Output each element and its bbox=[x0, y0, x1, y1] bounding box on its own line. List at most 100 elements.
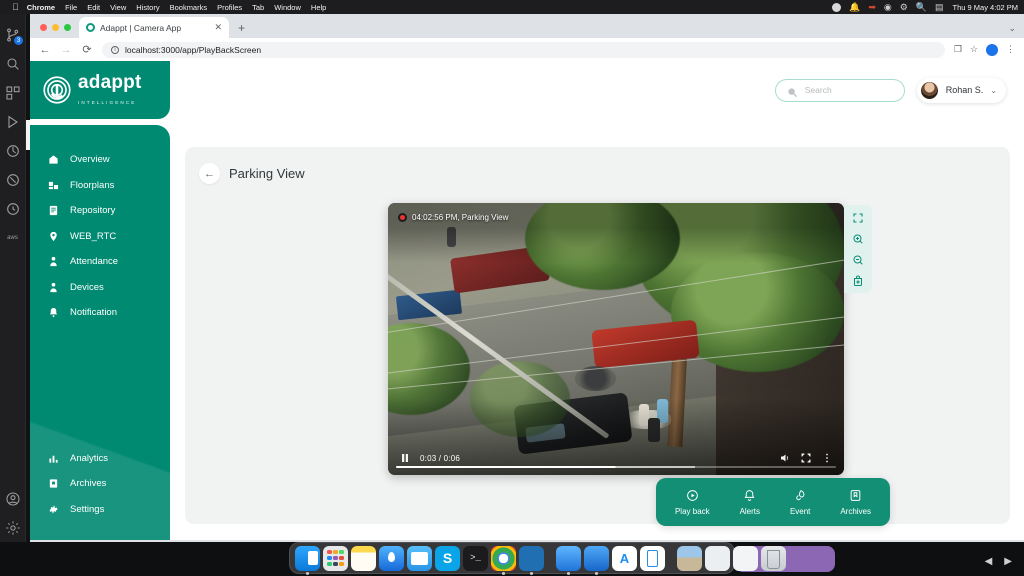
app-store-icon[interactable]: A bbox=[612, 545, 637, 571]
forward-button[interactable]: → bbox=[60, 44, 72, 56]
new-tab-button[interactable]: + bbox=[238, 21, 245, 35]
menu-file[interactable]: File bbox=[65, 3, 77, 12]
accounts-icon[interactable] bbox=[5, 491, 21, 507]
mail-icon[interactable] bbox=[407, 545, 432, 571]
trash-icon[interactable] bbox=[761, 545, 786, 571]
minimize-window-button[interactable] bbox=[52, 24, 59, 31]
bookmark-icon bbox=[849, 489, 862, 502]
user-menu[interactable]: Rohan S. ⌄ bbox=[916, 77, 1006, 103]
sidebar-item-floorplans[interactable]: Floorplans bbox=[30, 173, 170, 199]
minimized-browser-window[interactable] bbox=[733, 545, 758, 571]
video-player[interactable]: 04:02:56 PM, Parking View 0:03 / 0:06 bbox=[388, 203, 844, 475]
more-options-icon[interactable] bbox=[821, 452, 833, 464]
test-explorer-icon[interactable] bbox=[5, 143, 21, 159]
maximize-window-button[interactable] bbox=[64, 24, 71, 31]
chrome-icon[interactable] bbox=[491, 545, 516, 575]
menu-history[interactable]: History bbox=[136, 3, 159, 12]
bookmark-star-icon[interactable]: ☆ bbox=[970, 44, 978, 55]
search-icon[interactable] bbox=[5, 56, 21, 72]
minimized-chrome-window[interactable] bbox=[705, 545, 730, 571]
launchpad-icon[interactable] bbox=[323, 545, 348, 571]
close-tab-icon[interactable]: ✕ bbox=[214, 22, 222, 33]
sidebar-item-settings[interactable]: Settings bbox=[30, 497, 170, 523]
address-bar[interactable]: i localhost:3000/app/PlayBackScreen bbox=[102, 41, 945, 58]
next-desktop-icon[interactable]: ▶ bbox=[1004, 556, 1012, 567]
maps-icon[interactable] bbox=[379, 545, 404, 571]
tab-play-back[interactable]: Play back bbox=[675, 489, 710, 516]
tab-alerts[interactable]: Alerts bbox=[740, 489, 760, 516]
site-info-icon[interactable]: i bbox=[111, 45, 119, 54]
shield-check-icon[interactable] bbox=[832, 2, 842, 12]
sidebar-item-analytics[interactable]: Analytics bbox=[30, 446, 170, 472]
video-played bbox=[396, 465, 616, 468]
zoom-out-icon[interactable] bbox=[852, 254, 864, 266]
sim-device-icon[interactable] bbox=[640, 545, 665, 571]
sidebar-item-web-rtc[interactable]: WEB_RTC bbox=[30, 224, 170, 250]
video-buffered bbox=[616, 465, 696, 468]
menu-app-name[interactable]: Chrome bbox=[27, 3, 55, 12]
window-traffic-lights[interactable] bbox=[36, 24, 79, 38]
finder-icon[interactable] bbox=[295, 545, 320, 575]
timeline-icon[interactable] bbox=[5, 201, 21, 217]
video-progress-bar[interactable] bbox=[396, 465, 836, 468]
snapshot-lock-icon[interactable] bbox=[852, 275, 864, 287]
menu-edit[interactable]: Edit bbox=[87, 3, 100, 12]
vscode-icon[interactable] bbox=[519, 545, 544, 575]
logout-icon[interactable]: ➡ bbox=[868, 2, 876, 12]
logo-wordmark: adappt bbox=[78, 71, 142, 93]
chrome-menu-icon[interactable]: ⋮ bbox=[1006, 44, 1015, 55]
volume-icon[interactable] bbox=[779, 452, 791, 464]
chrome-profile-avatar[interactable] bbox=[986, 43, 998, 56]
menu-window[interactable]: Window bbox=[274, 3, 301, 12]
sidebar-item-repository[interactable]: Repository bbox=[30, 198, 170, 224]
chrome-tabstrip: Adappt | Camera App ✕ + ⌄ bbox=[30, 14, 1024, 38]
search-input[interactable]: Search bbox=[774, 78, 905, 102]
extensions-icon[interactable] bbox=[5, 85, 21, 101]
simulator-icon[interactable] bbox=[584, 545, 609, 575]
run-debug-icon[interactable] bbox=[5, 114, 21, 130]
menu-bar-clock[interactable]: Thu 9 May 4:02 PM bbox=[953, 3, 1018, 12]
spotlight-search-icon[interactable]: 🔍 bbox=[916, 2, 927, 12]
home-icon bbox=[48, 154, 59, 165]
sidebar-item-overview[interactable]: Overview bbox=[30, 147, 170, 173]
sidebar-item-label: Floorplans bbox=[70, 179, 115, 191]
browser-tab[interactable]: Adappt | Camera App ✕ bbox=[79, 17, 229, 38]
aws-toolkit-icon[interactable]: aws bbox=[5, 230, 21, 246]
fullscreen-icon[interactable] bbox=[800, 452, 812, 464]
close-window-button[interactable] bbox=[40, 24, 47, 31]
terminal-icon[interactable]: >_ bbox=[463, 545, 488, 571]
sidebar-item-devices[interactable]: Devices bbox=[30, 275, 170, 301]
skype-icon[interactable]: S bbox=[435, 545, 460, 571]
back-button[interactable]: ← bbox=[199, 163, 220, 184]
back-button[interactable]: ← bbox=[39, 44, 51, 56]
pause-icon[interactable] bbox=[399, 452, 411, 464]
control-center-icon[interactable]: ▤ bbox=[935, 2, 944, 12]
reload-button[interactable]: ⟳ bbox=[81, 43, 93, 56]
bell-icon[interactable]: 🔔 bbox=[849, 2, 860, 12]
minimized-photos-window[interactable] bbox=[677, 545, 702, 571]
xcode-icon[interactable] bbox=[556, 545, 581, 575]
tab-search-chevron-icon[interactable]: ⌄ bbox=[1008, 23, 1024, 38]
menu-bookmarks[interactable]: Bookmarks bbox=[170, 3, 208, 12]
apple-logo-icon[interactable]:  bbox=[12, 2, 19, 12]
tab-event[interactable]: Event bbox=[790, 489, 810, 516]
expand-fullscreen-icon[interactable] bbox=[852, 212, 864, 224]
chevron-down-icon[interactable]: ⌄ bbox=[990, 86, 997, 95]
menu-help[interactable]: Help bbox=[311, 3, 326, 12]
install-app-icon[interactable]: ❐ bbox=[954, 44, 962, 55]
prev-desktop-icon[interactable]: ◀ bbox=[985, 556, 993, 567]
app-logo[interactable]: adappt INTELLIGENCE bbox=[30, 61, 170, 119]
zoom-in-icon[interactable] bbox=[852, 233, 864, 245]
grammarly-icon[interactable]: ◉ bbox=[884, 2, 892, 12]
sidebar-item-attendance[interactable]: Attendance bbox=[30, 249, 170, 275]
sidebar-item-notification[interactable]: Notification bbox=[30, 300, 170, 326]
tab-archives[interactable]: Archives bbox=[840, 489, 871, 516]
menu-view[interactable]: View bbox=[110, 3, 126, 12]
menu-tab[interactable]: Tab bbox=[252, 3, 264, 12]
remote-explorer-icon[interactable] bbox=[5, 172, 21, 188]
sidebar-item-archives[interactable]: Archives bbox=[30, 471, 170, 497]
vpn-icon[interactable]: ⚙ bbox=[900, 2, 908, 12]
menu-profiles[interactable]: Profiles bbox=[217, 3, 242, 12]
notes-icon[interactable] bbox=[351, 545, 376, 571]
manage-settings-icon[interactable] bbox=[5, 520, 21, 536]
